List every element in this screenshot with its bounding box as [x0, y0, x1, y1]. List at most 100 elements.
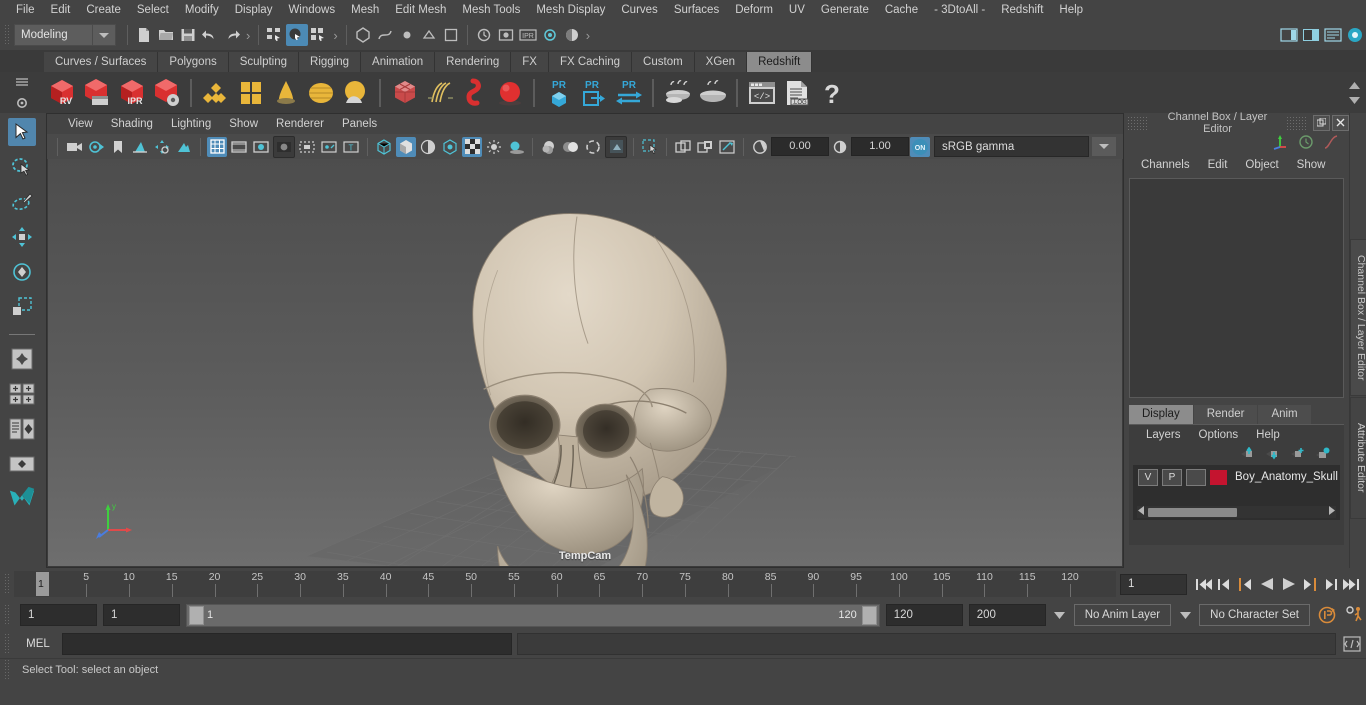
color-profile-field[interactable]: sRGB gamma [934, 136, 1089, 157]
viewport-menu-show[interactable]: Show [220, 118, 267, 130]
layer-menu-help[interactable]: Help [1247, 429, 1289, 441]
safe-action-icon[interactable] [319, 137, 339, 157]
menu-help[interactable]: Help [1051, 0, 1091, 20]
lasso-select-tool-button[interactable] [8, 153, 36, 181]
redshift-render-sequence-button[interactable] [79, 75, 114, 111]
play-forwards-icon[interactable] [1279, 574, 1297, 594]
layer-tab-display[interactable]: Display [1129, 405, 1193, 424]
menu-modify[interactable]: Modify [177, 0, 227, 20]
status-expand-arrow-2[interactable]: › [330, 28, 340, 43]
status-expand-arrow-1[interactable]: › [243, 28, 253, 43]
step-forward-key-icon[interactable] [1321, 574, 1339, 594]
hypershade-icon[interactable] [561, 24, 583, 46]
render-settings-icon[interactable] [539, 24, 561, 46]
animation-preferences-icon[interactable] [1344, 604, 1366, 626]
menu-mesh-tools[interactable]: Mesh Tools [454, 0, 528, 20]
channel-menu-channels[interactable]: Channels [1132, 159, 1199, 171]
persp-layout-button[interactable] [8, 450, 36, 478]
layer-playback-toggle[interactable]: P [1162, 468, 1182, 486]
go-to-start-icon[interactable] [1195, 574, 1213, 594]
range-slider-grip[interactable] [4, 604, 11, 626]
layer-list[interactable]: V P Boy_Anatomy_Skull [1133, 465, 1340, 520]
step-back-key-icon[interactable] [1216, 574, 1234, 594]
gate-mask-icon[interactable] [273, 135, 295, 158]
layer-menu-layers[interactable]: Layers [1137, 429, 1190, 441]
menu-file[interactable]: File [8, 0, 43, 20]
snap-view-plane-icon[interactable] [440, 24, 462, 46]
shade-wire-icon[interactable] [418, 137, 438, 157]
scroll-right-arrow-icon[interactable] [1327, 506, 1336, 518]
field-chart-icon[interactable] [297, 137, 317, 157]
color-profile-dropdown-arrow-icon[interactable] [1091, 136, 1117, 157]
bookmark-icon[interactable] [108, 137, 128, 157]
close-panel-icon[interactable] [1332, 114, 1349, 131]
shelf-tab-curves-surfaces[interactable]: Curves / Surfaces [44, 52, 159, 72]
select-tool-button[interactable] [8, 118, 36, 146]
layer-tab-render[interactable]: Render [1193, 405, 1258, 424]
panel-grip-right[interactable] [1286, 115, 1308, 130]
current-time-indicator[interactable]: 1 [36, 572, 49, 596]
current-frame-field[interactable]: 1 [1120, 573, 1187, 595]
snap-grid-icon[interactable] [352, 24, 374, 46]
exposure-value-field[interactable]: 0.00 [771, 137, 829, 156]
range-start-handle[interactable] [189, 605, 204, 625]
snap-projected-icon[interactable] [418, 24, 440, 46]
move-layer-down-icon[interactable] [1265, 447, 1280, 463]
character-set-dropdown-arrow-icon[interactable] [1177, 611, 1193, 619]
move-axis-icon[interactable] [1271, 134, 1289, 153]
auto-key-icon[interactable] [1316, 604, 1338, 626]
range-end-field[interactable]: 120 [885, 604, 963, 626]
shelf-tab-fx[interactable]: FX [511, 52, 549, 72]
shelf-tab-fx-caching[interactable]: FX Caching [548, 52, 633, 72]
redshift-bake-all-button[interactable] [695, 75, 730, 111]
range-start-field[interactable]: 1 [103, 604, 180, 626]
redshift-bake-set-button[interactable] [660, 75, 695, 111]
outliner-persp-layout-button[interactable] [8, 415, 36, 443]
last-tool-used-button[interactable] [8, 345, 36, 373]
animation-end-field[interactable]: 200 [968, 604, 1046, 626]
help-line-grip[interactable] [4, 659, 11, 681]
layer-row[interactable]: V P Boy_Anatomy_Skull [1133, 465, 1340, 486]
keyframe-clock-icon[interactable] [1298, 134, 1314, 153]
menu-set-selector[interactable]: Modeling [14, 24, 116, 46]
camera-attributes-icon[interactable] [86, 137, 106, 157]
redshift-sphere-object-button[interactable] [492, 75, 527, 111]
viewport-menu-view[interactable]: View [59, 118, 102, 130]
time-slider[interactable]: 1 5 10 15 20 25 30 35 40 45 50 55 60 65 70 75 80 85 90 95 1… [14, 571, 1116, 597]
film-gate-icon[interactable] [229, 137, 249, 157]
menu-cache[interactable]: Cache [877, 0, 926, 20]
animation-start-field[interactable]: 1 [20, 604, 97, 626]
tool-settings-toggle-icon[interactable] [1344, 24, 1366, 46]
use-lights-icon[interactable] [484, 137, 504, 157]
isolate-select-icon[interactable] [640, 137, 660, 157]
anim-layer-dropdown-arrow-icon[interactable] [1052, 611, 1068, 619]
panel-grip[interactable] [1127, 115, 1149, 130]
redshift-ies-light-button[interactable] [268, 75, 303, 111]
multisample-icon[interactable] [583, 137, 603, 157]
channel-menu-edit[interactable]: Edit [1199, 159, 1237, 171]
menu-mesh[interactable]: Mesh [343, 0, 387, 20]
menu-display[interactable]: Display [227, 0, 281, 20]
motion-blur-icon[interactable] [561, 137, 581, 157]
shelf-scroll-down-icon[interactable] [1348, 95, 1360, 107]
chevron-down-icon[interactable] [92, 25, 115, 45]
redshift-volume-button[interactable] [457, 75, 492, 111]
sidebar-toggle-icon[interactable] [1278, 24, 1300, 46]
channel-box-content[interactable] [1129, 178, 1344, 398]
rotate-tool-button[interactable] [8, 258, 36, 286]
new-layer-icon[interactable] [1290, 447, 1305, 463]
snap-grid-toggles-button[interactable] [8, 380, 36, 408]
construction-history-icon[interactable] [473, 24, 495, 46]
move-tool-button[interactable] [8, 223, 36, 251]
vertical-tab-channel-box[interactable]: Channel Box / Layer Editor [1350, 239, 1366, 396]
redshift-portal-light-button[interactable] [338, 75, 373, 111]
curve-editor-icon[interactable] [1323, 134, 1339, 153]
menu-surfaces[interactable]: Surfaces [666, 0, 727, 20]
shelf-menu-icon[interactable] [14, 75, 30, 89]
exposure-icon[interactable] [750, 137, 770, 157]
step-forward-frame-icon[interactable] [1300, 574, 1318, 594]
menu-deform[interactable]: Deform [727, 0, 781, 20]
shelf-tab-rendering[interactable]: Rendering [435, 52, 512, 72]
move-layer-up-icon[interactable] [1240, 446, 1255, 463]
viewport-snapshot-icon[interactable] [717, 137, 737, 157]
